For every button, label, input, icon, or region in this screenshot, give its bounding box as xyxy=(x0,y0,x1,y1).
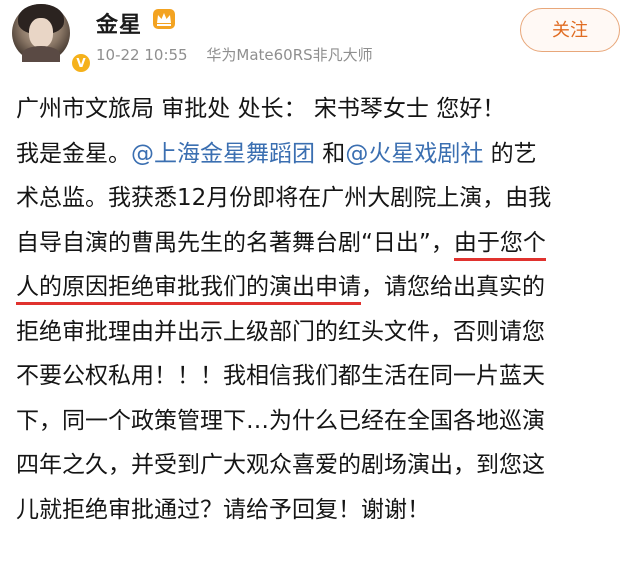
avatar-body xyxy=(22,46,60,62)
post-text: 不要公权私用！！！我相信我们都生活在同一片蓝天 xyxy=(16,363,545,389)
verified-badge-icon: V xyxy=(70,52,92,74)
post-text: 下，同一个政策管理下…为什么已经在全国各地巡演 xyxy=(16,407,545,434)
mention-link[interactable]: @火星戏剧社 xyxy=(345,141,483,167)
post-line: 人的原因拒绝审批我们的演出申请，请您给出真实的 xyxy=(16,265,628,310)
post-line: 拒绝审批理由并出示上级部门的红头文件，否则请您 xyxy=(16,310,628,355)
post-line: 四年之久，并受到广大观众喜爱的剧场演出，到您这 xyxy=(16,443,628,488)
post-header: V 金星 10-22 10:55 华为Mate60RS非凡大师 关注 xyxy=(0,0,640,80)
post-line: 下，同一个政策管理下…为什么已经在全国各地巡演 xyxy=(16,399,628,444)
follow-button[interactable]: 关注 xyxy=(520,8,620,52)
avatar[interactable]: V xyxy=(12,4,92,74)
post-text: ，请您给出真实的 xyxy=(361,274,545,300)
mention-link[interactable]: @上海金星舞蹈团 xyxy=(131,141,315,167)
post-line: 自导自演的曹禺先生的名著舞台剧“日出”，由于您个 xyxy=(16,221,628,266)
post-text: 我是金星。 xyxy=(16,140,131,167)
post-text: 自导自演的曹禺先生的名著舞台剧“日出”， xyxy=(16,229,454,256)
post-line: 儿就拒绝审批通过？请给予回复！谢谢！ xyxy=(16,488,628,533)
post-text: 的艺 xyxy=(483,140,537,167)
post-line: 我是金星。@上海金星舞蹈团 和@火星戏剧社 的艺 xyxy=(16,132,628,177)
post-text: 术总监。我获悉12月份即将在广州大剧院上演，由我 xyxy=(16,185,552,211)
post-text: 广州市文旅局 审批处 处长： 宋书琴女士 您好！ xyxy=(16,96,506,122)
post-timestamp: 10-22 10:55 xyxy=(96,46,188,64)
underlined-text: 由于您个 xyxy=(453,229,546,261)
underlined-text: 人的原因拒绝审批我们的演出申请 xyxy=(16,274,361,305)
post-text: 和 xyxy=(315,140,346,167)
post-device: 华为Mate60RS非凡大师 xyxy=(206,46,373,64)
post-line: 不要公权私用！！！我相信我们都生活在同一片蓝天 xyxy=(16,354,628,399)
post-body: 广州市文旅局 审批处 处长： 宋书琴女士 您好！ 我是金星。@上海金星舞蹈团 和… xyxy=(16,87,628,532)
post-meta: 10-22 10:55 华为Mate60RS非凡大师 xyxy=(96,44,387,65)
avatar-face xyxy=(29,18,53,48)
post-text: 四年之久，并受到广大观众喜爱的剧场演出，到您这 xyxy=(16,452,545,478)
post-line: 术总监。我获悉12月份即将在广州大剧院上演，由我 xyxy=(16,176,628,221)
post-text: 儿就拒绝审批通过？请给予回复！谢谢！ xyxy=(16,496,430,523)
post-line: 广州市文旅局 审批处 处长： 宋书琴女士 您好！ xyxy=(16,87,628,132)
username[interactable]: 金星 xyxy=(96,7,142,39)
post-text: 拒绝审批理由并出示上级部门的红头文件，否则请您 xyxy=(16,318,545,345)
crown-icon xyxy=(153,9,175,29)
